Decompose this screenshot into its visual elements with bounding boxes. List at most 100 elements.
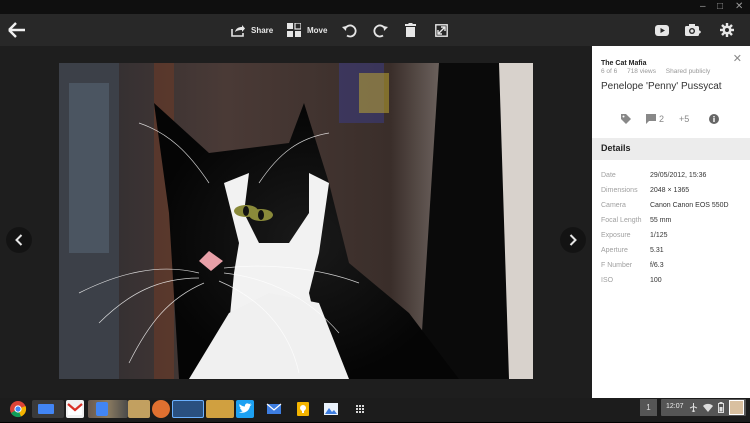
comment-icon	[646, 114, 656, 124]
photo-toolbar: Share Move	[0, 14, 750, 46]
info-icon	[709, 114, 719, 124]
move-label: Move	[307, 25, 328, 35]
chrome-icon[interactable]	[9, 400, 27, 418]
tag-icon	[621, 114, 631, 124]
detail-key: Aperture	[601, 247, 628, 254]
image-icon	[324, 403, 338, 415]
battery-icon	[718, 402, 724, 413]
youtube-button[interactable]	[655, 20, 669, 40]
keep-icon[interactable]	[294, 400, 312, 418]
rotate-left-button[interactable]	[342, 20, 357, 40]
view-count: 718 views	[627, 68, 656, 75]
system-status-area[interactable]: 12:07	[661, 399, 746, 416]
rotate-right-button[interactable]	[373, 20, 388, 40]
info-button[interactable]	[709, 114, 719, 124]
delete-button[interactable]	[405, 20, 416, 40]
gear-icon	[720, 23, 734, 37]
share-button[interactable]: Share	[231, 20, 273, 40]
camera-button[interactable]	[685, 20, 701, 40]
back-arrow-icon	[8, 22, 25, 38]
share-icon	[231, 24, 245, 37]
details-heading: Details	[601, 143, 631, 153]
grid-icon	[356, 405, 364, 413]
comments-count: 2	[659, 114, 665, 124]
rotate-right-icon	[373, 24, 388, 37]
photo-position: 6 of 6	[601, 68, 618, 75]
detail-value: f/6.3	[650, 262, 664, 269]
comments-button[interactable]: 2	[646, 114, 664, 124]
fullscreen-icon	[435, 23, 448, 37]
detail-key: F Number	[601, 262, 633, 269]
album-name-link[interactable]: The Cat Mafia	[601, 60, 647, 67]
window-thumb[interactable]	[152, 400, 170, 418]
move-icon	[287, 23, 301, 37]
detail-row-focal-length: Focal Length 55 mm	[601, 217, 746, 229]
detail-key: Exposure	[601, 232, 631, 239]
window-title-bar: – □ ✕	[0, 0, 750, 14]
window-thumb[interactable]	[206, 400, 234, 418]
detail-value: 1/125	[650, 232, 668, 239]
next-photo-button[interactable]	[560, 227, 586, 253]
twitter-bird-icon	[239, 403, 252, 413]
window-thumb[interactable]	[88, 400, 128, 418]
detail-value: 55 mm	[650, 217, 672, 224]
previous-photo-button[interactable]	[6, 227, 32, 253]
settings-button[interactable]	[720, 20, 734, 40]
photo-actions: 2 +5	[592, 114, 750, 128]
maximize-button[interactable]: □	[717, 1, 723, 13]
twitter-icon[interactable]	[236, 400, 254, 418]
photo-title[interactable]: Penelope 'Penny' Pussycat	[601, 81, 722, 92]
youtube-icon	[655, 24, 669, 36]
back-button[interactable]	[8, 22, 26, 38]
photo-viewer	[0, 46, 592, 398]
gmail-icon-graphic	[67, 403, 83, 415]
plus-one-button[interactable]: +5	[679, 114, 689, 124]
detail-value: 29/05/2012, 15:36	[650, 172, 707, 179]
plus-one-count: +5	[679, 114, 690, 124]
fullscreen-button[interactable]	[435, 20, 448, 40]
detail-key: Dimensions	[601, 187, 638, 194]
google-search-icon[interactable]	[96, 402, 108, 416]
sharing-status[interactable]: Shared publicly	[666, 68, 710, 75]
tag-button[interactable]	[621, 114, 631, 124]
detail-row-aperture: Aperture 5.31	[601, 247, 746, 259]
detail-key: Focal Length	[601, 217, 642, 224]
close-window-button[interactable]: ✕	[735, 1, 743, 13]
detail-key: ISO	[601, 277, 614, 284]
inbox-icon	[266, 403, 282, 414]
shelf	[0, 398, 592, 422]
minimize-button[interactable]: –	[700, 1, 706, 13]
detail-value: 2048 × 1365	[650, 187, 690, 194]
trash-icon	[405, 23, 416, 37]
photos-icon[interactable]	[322, 400, 340, 418]
camera-icon	[685, 24, 701, 36]
cat-photo[interactable]	[59, 63, 533, 379]
detail-key: Camera	[601, 202, 626, 209]
cat-photo-image	[59, 63, 533, 379]
share-label: Share	[251, 25, 274, 35]
detail-value: 5.31	[650, 247, 664, 254]
app-launcher-icon[interactable]	[351, 400, 369, 418]
move-button[interactable]: Move	[287, 20, 327, 40]
wifi-icon	[703, 403, 713, 412]
detail-row-iso: ISO 100	[601, 277, 746, 289]
detail-value: 100	[650, 277, 662, 284]
detail-row-exposure: Exposure 1/125	[601, 232, 746, 244]
gmail-icon[interactable]	[66, 400, 84, 418]
chevron-left-icon	[15, 234, 23, 246]
mail-icon[interactable]	[265, 400, 283, 418]
window-thumb[interactable]	[128, 400, 150, 418]
close-panel-button[interactable]: ✕	[733, 52, 742, 65]
avatar[interactable]	[729, 400, 744, 415]
workspace-badge[interactable]: 1	[640, 399, 657, 416]
rotate-left-icon	[342, 24, 357, 37]
chrome-icon-graphic	[10, 401, 27, 418]
clock: 12:07	[666, 403, 684, 410]
detail-row-camera: Camera Canon Canon EOS 550D	[601, 202, 746, 214]
detail-row-f-number: F Number f/6.3	[601, 262, 746, 274]
photo-meta: 6 of 6 718 views Shared publicly	[601, 68, 718, 75]
window-thumb[interactable]	[172, 400, 204, 418]
window-thumb[interactable]	[32, 400, 64, 418]
detail-key: Date	[601, 172, 616, 179]
airplane-mode-icon	[689, 403, 698, 412]
